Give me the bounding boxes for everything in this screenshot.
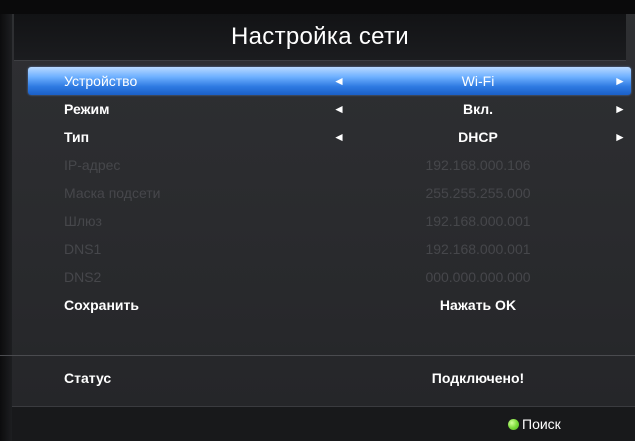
status-row: Статус Подключено! — [28, 364, 631, 392]
row-value: DHCP — [458, 129, 498, 145]
search-label: Поиск — [522, 416, 561, 432]
title-bar: Настройка сети — [14, 14, 626, 61]
arrow-right-icon[interactable]: ► — [614, 123, 626, 151]
footer-bar: Поиск — [12, 406, 635, 441]
row-label: DNS2 — [64, 269, 102, 285]
row-value: 192.168.000.001 — [425, 213, 531, 229]
settings-row-type[interactable]: Тип ◄ DHCP ► — [28, 123, 631, 151]
network-settings-screen: Настройка сети Устройство ◄ Wi-Fi ► Режи… — [0, 0, 635, 441]
settings-row-mode[interactable]: Режим ◄ Вкл. ► — [28, 95, 631, 123]
green-button-icon — [508, 418, 519, 430]
row-label: Режим — [64, 101, 110, 117]
divider — [0, 355, 635, 356]
left-bezel — [0, 14, 12, 441]
settings-row-ip-address: IP-адрес 192.168.000.106 — [28, 151, 631, 179]
settings-row-device[interactable]: Устройство ◄ Wi-Fi ► — [28, 67, 631, 95]
save-label: Сохранить — [64, 297, 139, 313]
row-label: Устройство — [64, 73, 138, 89]
settings-row-dns2: DNS2 000.000.000.000 — [28, 263, 631, 291]
row-label: Шлюз — [64, 213, 102, 229]
row-value: 192.168.000.001 — [425, 241, 531, 257]
row-label: IP-адрес — [64, 157, 121, 173]
arrow-right-icon[interactable]: ► — [614, 95, 626, 123]
arrow-left-icon[interactable]: ◄ — [333, 95, 345, 123]
search-button[interactable]: Поиск — [508, 416, 561, 432]
page-title: Настройка сети — [231, 23, 409, 50]
row-value: 000.000.000.000 — [425, 269, 531, 285]
top-bezel — [0, 0, 635, 14]
settings-row-save[interactable]: Сохранить Нажать OK — [28, 291, 631, 319]
row-label: DNS1 — [64, 241, 102, 257]
row-value: Wi-Fi — [461, 73, 495, 89]
row-value: Вкл. — [462, 101, 494, 117]
save-button[interactable]: Нажать OK — [408, 291, 548, 319]
arrow-left-icon[interactable]: ◄ — [333, 123, 345, 151]
row-label: Маска подсети — [64, 185, 161, 201]
settings-row-dns1: DNS1 192.168.000.001 — [28, 235, 631, 263]
settings-row-subnet-mask: Маска подсети 255.255.255.000 — [28, 179, 631, 207]
settings-row-gateway: Шлюз 192.168.000.001 — [28, 207, 631, 235]
settings-menu: Устройство ◄ Wi-Fi ► Режим ◄ Вкл. ► Тип … — [28, 67, 631, 319]
row-value: 192.168.000.106 — [425, 157, 531, 173]
row-value: 255.255.255.000 — [425, 185, 531, 201]
status-value: Подключено! — [431, 370, 525, 386]
arrow-left-icon[interactable]: ◄ — [333, 67, 345, 95]
arrow-right-icon[interactable]: ► — [614, 67, 626, 95]
row-label: Тип — [64, 129, 90, 145]
status-label: Статус — [64, 370, 112, 386]
